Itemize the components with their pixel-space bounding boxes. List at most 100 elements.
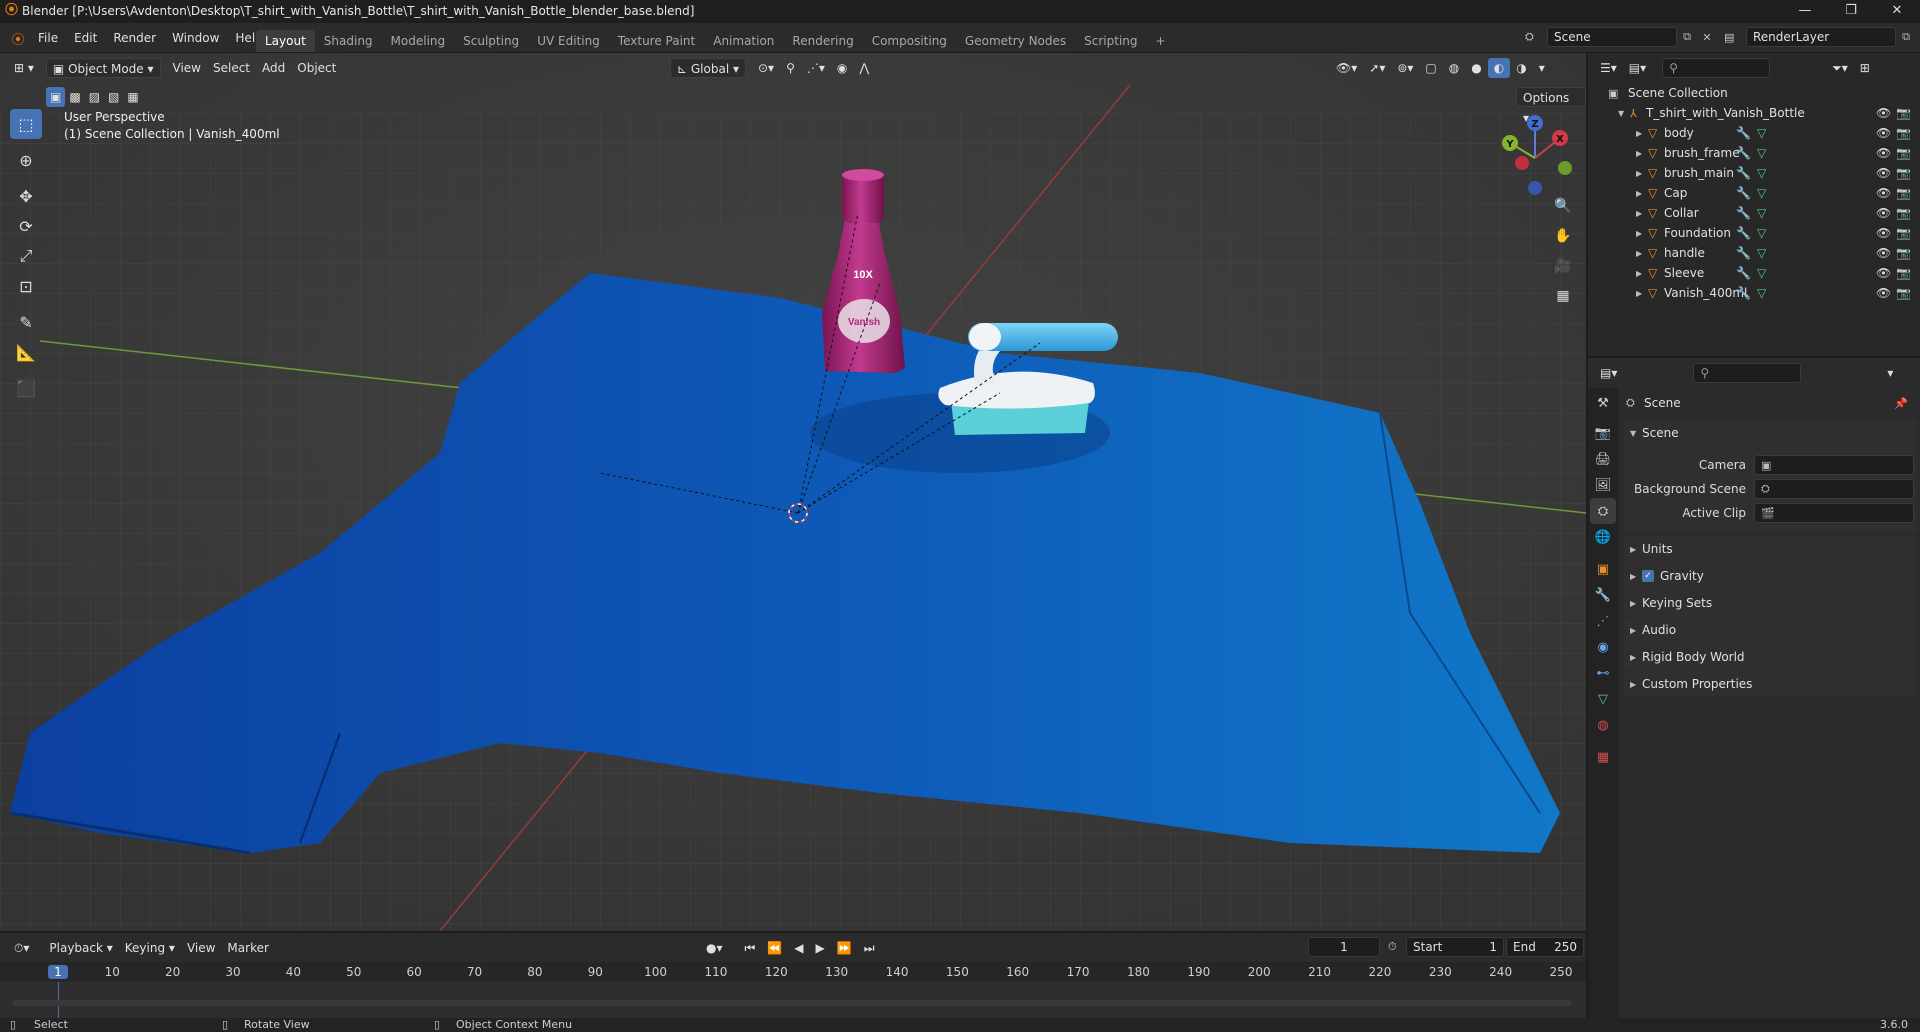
view-layer-tab-icon[interactable]: 🖼 — [1590, 472, 1616, 498]
menu-playback[interactable]: Playback ▾ — [43, 938, 118, 958]
snap-icon[interactable]: ⚲ — [780, 58, 801, 78]
move-tool-icon[interactable]: ✥ — [10, 181, 42, 211]
mesh-data-icon[interactable]: ▽ — [1757, 126, 1766, 140]
particles-tab-icon[interactable]: ⋰ — [1590, 608, 1616, 634]
scene-panel-header[interactable]: ▼ Scene — [1624, 420, 1916, 446]
renderlayer-field[interactable]: RenderLayer — [1746, 27, 1896, 47]
scene-icon[interactable]: ⛭ — [1525, 30, 1547, 44]
solid-shading-icon[interactable]: ● — [1465, 58, 1487, 78]
camera-view-icon[interactable]: 🎥 — [1550, 253, 1576, 279]
menu-view[interactable]: View — [167, 58, 207, 78]
outliner-row-collection[interactable]: ▼ ⅄ T_shirt_with_Vanish_Bottle 👁 📷 — [1588, 103, 1920, 123]
maximize-button[interactable]: ❐ — [1828, 0, 1874, 23]
menu-object[interactable]: Object — [291, 58, 342, 78]
add-cube-tool-icon[interactable]: ⬛ — [10, 373, 42, 403]
options-dropdown[interactable]: Options ▾ — [1516, 87, 1586, 125]
record-icon[interactable]: ●▾ — [700, 938, 729, 958]
outliner-row-scene-collection[interactable]: ▣ Scene Collection — [1588, 83, 1920, 103]
texture-tab-icon[interactable]: ▦ — [1590, 744, 1616, 770]
modifier-icon[interactable]: 🔧 — [1736, 286, 1751, 300]
proportional-edit-icon[interactable]: ◉ — [831, 58, 853, 78]
select-intersect-icon[interactable]: ▦ — [123, 87, 142, 107]
modifier-icon[interactable]: 🔧 — [1736, 186, 1751, 200]
outliner-item-sleeve[interactable]: ▶ ▽ Sleeve 🔧 ▽ 👁 📷 — [1588, 263, 1920, 283]
visibility-icon[interactable]: 👁▾ — [1330, 58, 1363, 78]
props-options-icon[interactable]: ▾ — [1881, 363, 1899, 383]
menu-render[interactable]: Render — [105, 28, 164, 48]
material-shading-icon[interactable]: ◐ — [1487, 58, 1511, 78]
rendered-shading-icon[interactable]: ◑ — [1510, 58, 1532, 78]
tab-geometry-nodes[interactable]: Geometry Nodes — [956, 30, 1075, 52]
select-new-icon[interactable]: ▣ — [46, 87, 66, 107]
modifier-icon[interactable]: 🔧 — [1736, 146, 1751, 160]
timeline-scrollbar[interactable] — [12, 1000, 1572, 1006]
annotate-tool-icon[interactable]: ✎ — [10, 307, 42, 337]
timeline-editor-type-icon[interactable]: ⏱▾ — [8, 938, 35, 958]
scale-tool-icon[interactable]: ⤢ — [10, 241, 42, 271]
panel-audio[interactable]: ▶ Audio — [1624, 617, 1916, 643]
tab-rendering[interactable]: Rendering — [783, 30, 862, 52]
new-renderlayer-icon[interactable]: ⧉ — [1896, 30, 1916, 44]
mode-dropdown[interactable]: ▣ Object Mode ▾ — [45, 58, 161, 78]
outliner-item-brush_frame[interactable]: ▶ ▽ brush_frame 🔧 ▽ 👁 📷 — [1588, 143, 1920, 163]
tab-sculpting[interactable]: Sculpting — [454, 30, 528, 52]
visibility-eye-icon[interactable]: 👁 — [1876, 266, 1891, 280]
filter-icon[interactable]: ⏷▾ — [1826, 58, 1854, 78]
frame-ruler[interactable]: 1 10 20 30 40 50 60 70 80 90 100 110 120 130 140 150 160… — [0, 962, 1586, 982]
expand-arrow-icon[interactable]: ▶ — [1636, 249, 1648, 258]
jump-keyframe-back-icon[interactable]: ⏪ — [761, 938, 788, 958]
tab-shading[interactable]: Shading — [315, 30, 382, 52]
add-workspace-button[interactable]: + — [1147, 30, 1175, 52]
zoom-icon[interactable]: 🔍 — [1550, 193, 1576, 219]
modifier-tab-icon[interactable]: 🔧 — [1590, 582, 1616, 608]
visibility-eye-icon[interactable]: 👁 — [1876, 126, 1891, 140]
constraints-tab-icon[interactable]: ⊷ — [1590, 660, 1616, 686]
menu-keying[interactable]: Keying ▾ — [119, 938, 181, 958]
render-camera-icon[interactable]: 📷 — [1896, 206, 1911, 220]
world-tab-icon[interactable]: 🌐 — [1590, 524, 1616, 550]
scene-tab-icon[interactable]: ⛭ — [1590, 498, 1616, 524]
mesh-data-icon[interactable]: ▽ — [1757, 186, 1766, 200]
visibility-eye-icon[interactable]: 👁 — [1876, 246, 1891, 260]
expand-arrow-icon[interactable]: ▶ — [1636, 209, 1648, 218]
object-tab-icon[interactable]: ▣ — [1590, 556, 1616, 582]
render-camera-icon[interactable]: 📷 — [1896, 286, 1911, 300]
render-camera-icon[interactable]: 📷 — [1896, 166, 1911, 180]
material-tab-icon[interactable]: ◍ — [1590, 712, 1616, 738]
expand-arrow-icon[interactable]: ▶ — [1636, 269, 1648, 278]
modifier-icon[interactable]: 🔧 — [1736, 246, 1751, 260]
jump-end-icon[interactable]: ⏭ — [858, 938, 881, 958]
visibility-eye-icon[interactable]: 👁 — [1876, 106, 1891, 120]
visibility-eye-icon[interactable]: 👁 — [1876, 166, 1891, 180]
select-invert-icon[interactable]: ▧ — [104, 87, 123, 107]
menu-window[interactable]: Window — [164, 28, 227, 48]
outliner-item-collar[interactable]: ▶ ▽ Collar 🔧 ▽ 👁 📷 — [1588, 203, 1920, 223]
tab-modeling[interactable]: Modeling — [382, 30, 455, 52]
3d-viewport[interactable]: 10X Vanish ⊞ ▾ ▣ Object Mode ▾ View Sele… — [0, 53, 1586, 931]
render-camera-icon[interactable]: 📷 — [1896, 266, 1911, 280]
menu-select[interactable]: Select — [207, 58, 256, 78]
close-button[interactable]: ✕ — [1874, 0, 1920, 23]
jump-keyframe-forward-icon[interactable]: ⏩ — [831, 938, 858, 958]
background-scene-field[interactable]: ⛭ — [1754, 479, 1914, 499]
props-editor-type-icon[interactable]: ▤▾ — [1594, 363, 1623, 383]
menu-add[interactable]: Add — [256, 58, 291, 78]
rotate-tool-icon[interactable]: ⟳ — [10, 211, 42, 241]
falloff-icon[interactable]: ⋀ — [853, 58, 875, 78]
outliner-item-brush_main[interactable]: ▶ ▽ brush_main 🔧 ▽ 👁 📷 — [1588, 163, 1920, 183]
mesh-data-icon[interactable]: ▽ — [1757, 286, 1766, 300]
modifier-icon[interactable]: 🔧 — [1736, 166, 1751, 180]
expand-arrow-icon[interactable]: ▶ — [1636, 129, 1648, 138]
tab-scripting[interactable]: Scripting — [1075, 30, 1146, 52]
expand-arrow-icon[interactable]: ▶ — [1636, 229, 1648, 238]
current-frame-field[interactable]: 1 — [1308, 937, 1380, 957]
panel-gravity[interactable]: ▶ ✓ Gravity — [1624, 563, 1916, 589]
camera-field[interactable]: ▣ — [1754, 455, 1914, 475]
jump-start-icon[interactable]: ⏮ — [739, 938, 762, 958]
overlay-toggle-icon[interactable]: ⊚▾ — [1391, 58, 1419, 78]
snap-target-icon[interactable]: ⋰▾ — [801, 58, 831, 78]
new-scene-icon[interactable]: ⧉ — [1677, 30, 1697, 44]
pin-icon[interactable]: 📌 — [1894, 397, 1908, 410]
render-camera-icon[interactable]: 📷 — [1896, 186, 1911, 200]
transform-tool-icon[interactable]: ⊡ — [10, 271, 42, 301]
